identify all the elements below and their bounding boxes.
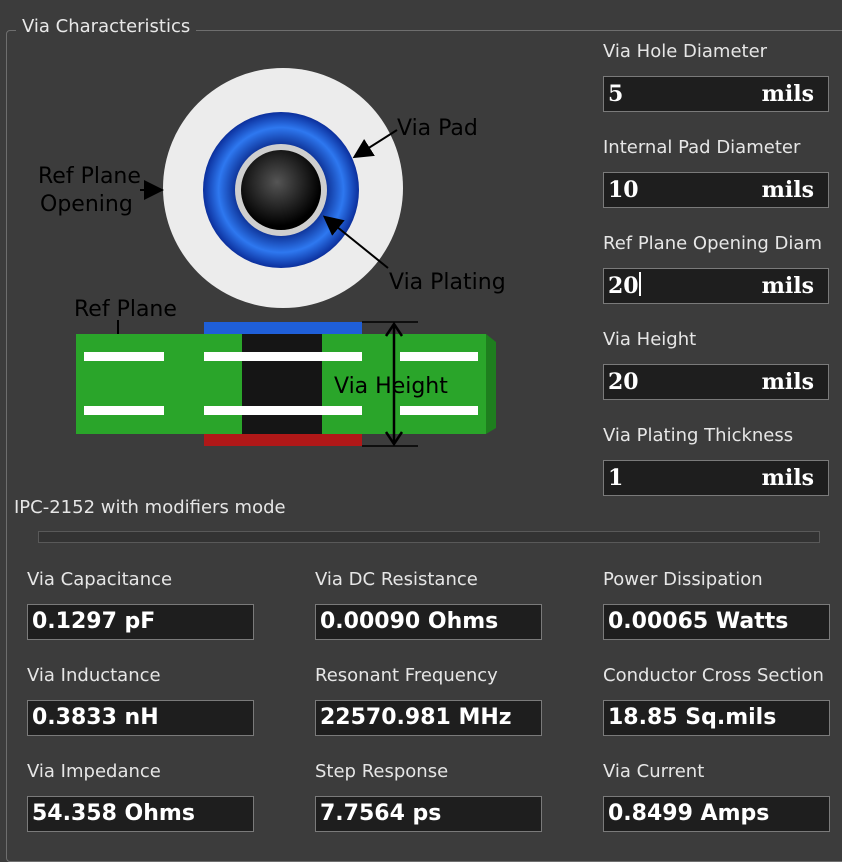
- top-pad: [204, 322, 362, 334]
- mode-text: IPC-2152 with modifiers mode: [14, 497, 286, 518]
- label-via-pad: Via Pad: [397, 116, 478, 141]
- resonant-frequency-label: Resonant Frequency: [315, 665, 498, 686]
- via-diagram: Via Pad Ref Plane Opening Via Plating Re…: [38, 68, 506, 447]
- via-height-label: Via Height: [603, 329, 697, 350]
- via-dc-resistance-value: 0.00090 Ohms: [315, 604, 542, 640]
- via-plating-thickness-value: 1: [608, 465, 624, 491]
- via-hole: [241, 150, 321, 230]
- via-hole-diameter-unit: mils: [761, 81, 814, 107]
- ref-plane-opening-diam-unit: mils: [761, 273, 814, 299]
- internal-pad-diameter-unit: mils: [761, 177, 814, 203]
- via-inductance-label: Via Inductance: [27, 665, 161, 686]
- step-response-label: Step Response: [315, 761, 449, 782]
- power-dissipation-label: Power Dissipation: [603, 569, 763, 590]
- label-ref-plane-opening-1: Ref Plane: [38, 164, 141, 189]
- via-current-value: 0.8499 Amps: [603, 796, 830, 832]
- ref-plane-opening-diam-value: 20: [608, 273, 639, 299]
- via-capacitance-label: Via Capacitance: [27, 569, 173, 590]
- via-plating-thickness-label: Via Plating Thickness: [603, 425, 794, 446]
- progress-bar: [38, 531, 820, 543]
- via-impedance-value: 54.358 Ohms: [27, 796, 254, 832]
- step-response-value: 7.7564 ps: [315, 796, 542, 832]
- via-barrel: [242, 334, 322, 434]
- group-title: Via Characteristics: [16, 16, 197, 37]
- power-dissipation-value: 0.00065 Watts: [603, 604, 830, 640]
- conductor-cross-section-value: 18.85 Sq.mils: [603, 700, 830, 736]
- via-hole-diameter-input[interactable]: 5 mils: [603, 76, 829, 112]
- label-ref-plane-opening-2: Opening: [40, 192, 133, 217]
- ref-plane-opening-diam-input[interactable]: 20 mils: [603, 268, 829, 304]
- via-height-unit: mils: [761, 369, 814, 395]
- ref-plane-opening-diam-label: Ref Plane Opening Diam: [603, 233, 822, 254]
- internal-pad-diameter-label: Internal Pad Diameter: [603, 137, 801, 158]
- via-plating-thickness-unit: mils: [761, 465, 814, 491]
- bottom-pad: [204, 434, 362, 446]
- via-current-label: Via Current: [603, 761, 705, 782]
- label-via-plating: Via Plating: [389, 270, 506, 295]
- via-height-value: 20: [608, 369, 639, 395]
- label-via-height-diagram: Via Height: [334, 374, 448, 399]
- via-plating-thickness-input[interactable]: 1 mils: [603, 460, 829, 496]
- via-inductance-value: 0.3833 nH: [27, 700, 254, 736]
- label-ref-plane: Ref Plane: [74, 297, 177, 322]
- text-caret: [638, 272, 641, 296]
- via-capacitance-value: 0.1297 pF: [27, 604, 254, 640]
- via-hole-diameter-value: 5: [608, 81, 624, 107]
- resonant-frequency-value: 22570.981 MHz: [315, 700, 542, 736]
- internal-pad-diameter-value: 10: [608, 177, 639, 203]
- via-dc-resistance-label: Via DC Resistance: [315, 569, 478, 590]
- via-hole-diameter-label: Via Hole Diameter: [603, 41, 768, 62]
- internal-pad-diameter-input[interactable]: 10 mils: [603, 172, 829, 208]
- via-impedance-label: Via Impedance: [27, 761, 161, 782]
- conductor-cross-section-label: Conductor Cross Section: [603, 665, 824, 686]
- via-height-input[interactable]: 20 mils: [603, 364, 829, 400]
